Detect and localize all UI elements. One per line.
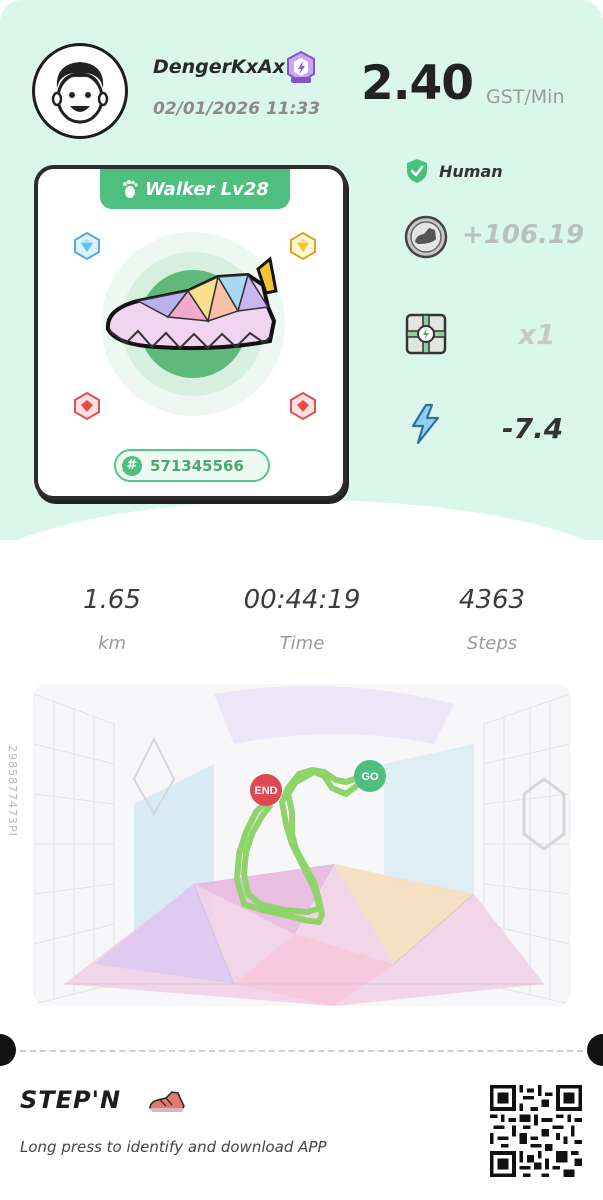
sneaker-id-pill[interactable]: # 571345566 — [114, 449, 270, 482]
time-label: Time — [279, 633, 325, 654]
time-stat: 00:44:19 Time — [212, 585, 392, 654]
go-marker-label: GO — [361, 771, 379, 783]
shield-check-icon — [407, 159, 427, 183]
share-card: DengerKxAx 02/01/2026 11:33 2.40 GST/Min… — [0, 0, 603, 1200]
route-map[interactable]: END GO — [34, 684, 570, 1006]
human-label: Human — [439, 161, 503, 181]
energy-bolt-icon — [411, 403, 440, 445]
yellow-gem-icon — [290, 231, 316, 261]
ticket-notch-left — [0, 1034, 16, 1066]
side-code: 2985877473PI — [6, 745, 19, 837]
mystery-box-icon — [405, 313, 447, 355]
steps-label: Steps — [466, 633, 518, 654]
ticket-notch-right — [587, 1034, 603, 1066]
sneaker-card[interactable]: Walker Lv28 # 571345566 — [34, 165, 347, 500]
distance-stat: 1.65 km — [22, 585, 202, 654]
avatar[interactable] — [32, 43, 128, 139]
sneaker-level-label: Walker Lv28 — [145, 178, 269, 200]
distance-label: km — [98, 633, 126, 654]
steps-stat: 4363 Steps — [402, 585, 582, 654]
avatar-face-icon — [51, 62, 109, 124]
username: DengerKxAx — [153, 56, 285, 78]
gst-earned: +106.19 — [462, 220, 585, 250]
end-marker-label: END — [254, 785, 277, 797]
steps-value: 4363 — [458, 585, 526, 615]
sneaker-id: 571345566 — [150, 456, 244, 475]
footprint-icon — [123, 180, 138, 198]
gst-rate-unit: GST/Min — [486, 86, 565, 108]
gst-coin-icon — [404, 215, 448, 259]
sneaker-level-tag: Walker Lv28 — [100, 169, 290, 209]
download-qr-code[interactable] — [490, 1085, 582, 1177]
mystery-box-count: x1 — [518, 318, 556, 351]
activity-datetime: 02/01/2026 11:33 — [153, 99, 321, 119]
hash-icon: # — [122, 455, 142, 476]
energy-value: -7.4 — [502, 412, 564, 445]
ticket-divider — [20, 1050, 583, 1052]
gst-rate-value: 2.40 — [361, 56, 474, 111]
go-marker[interactable]: GO — [354, 760, 386, 792]
stepn-logo: STEP'N — [20, 1086, 122, 1114]
human-verified: Human — [405, 158, 503, 184]
stepn-shoe-logo-icon — [149, 1091, 185, 1112]
sneaker-image — [101, 232, 285, 416]
rank-badge-icon — [283, 50, 319, 86]
distance-value: 1.65 — [83, 585, 141, 615]
route-map-illustration: END GO — [34, 684, 570, 1006]
time-value: 00:44:19 — [243, 585, 361, 615]
download-prompt: Long press to identify and download APP — [20, 1138, 327, 1156]
end-marker[interactable]: END — [250, 774, 282, 806]
red-gem-icon — [290, 391, 316, 421]
